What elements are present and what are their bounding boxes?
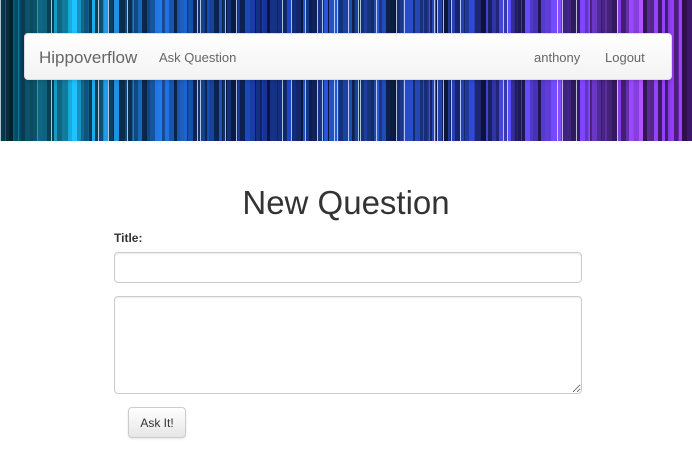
user-profile-link[interactable]: anthony <box>534 50 580 65</box>
title-label: Title: <box>114 231 143 245</box>
logout-link[interactable]: Logout <box>605 50 645 65</box>
page-title: New Question <box>242 184 450 221</box>
navbar: Hippoverflow Ask Question anthony Logout <box>24 33 672 80</box>
question-body-textarea[interactable] <box>114 296 582 394</box>
brand-link[interactable]: Hippoverflow <box>39 48 137 68</box>
ask-question-link[interactable]: Ask Question <box>159 50 236 65</box>
ask-it-button[interactable]: Ask It! <box>128 407 186 438</box>
title-input[interactable] <box>114 252 582 283</box>
